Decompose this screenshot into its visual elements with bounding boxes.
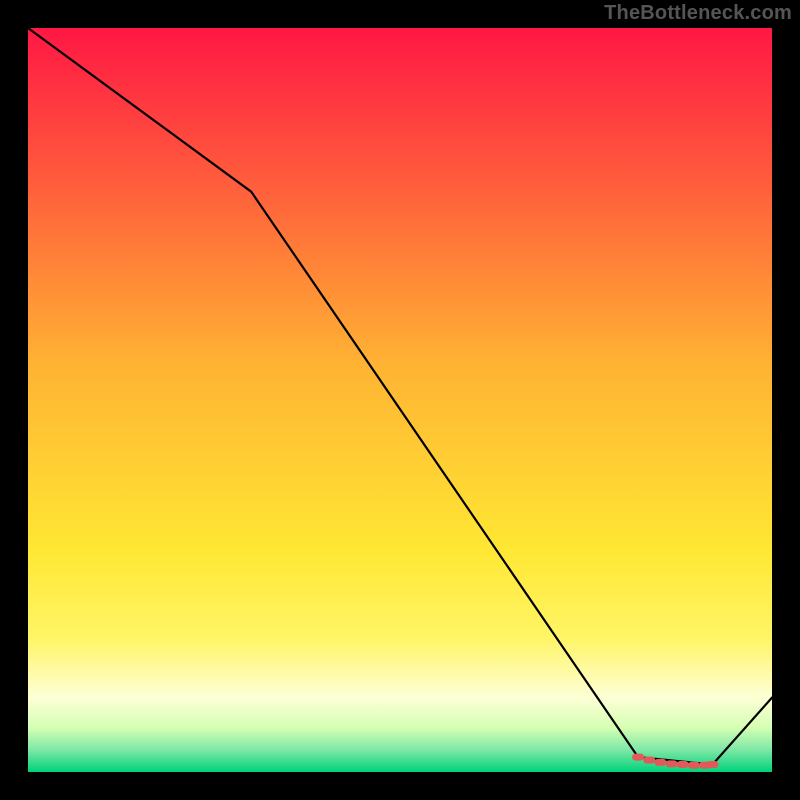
marker-dot [632, 754, 644, 761]
chart-svg [28, 28, 772, 772]
attribution-label: TheBottleneck.com [604, 2, 792, 25]
chart-frame: TheBottleneck.com [0, 0, 800, 800]
marker-dot [688, 762, 700, 769]
marker-dot [654, 759, 666, 766]
marker-dot [666, 760, 678, 767]
marker-dot [706, 761, 718, 768]
marker-dot [677, 761, 689, 768]
marker-dot [643, 757, 655, 764]
chart-background [28, 28, 772, 772]
chart-plot-area [28, 28, 772, 772]
